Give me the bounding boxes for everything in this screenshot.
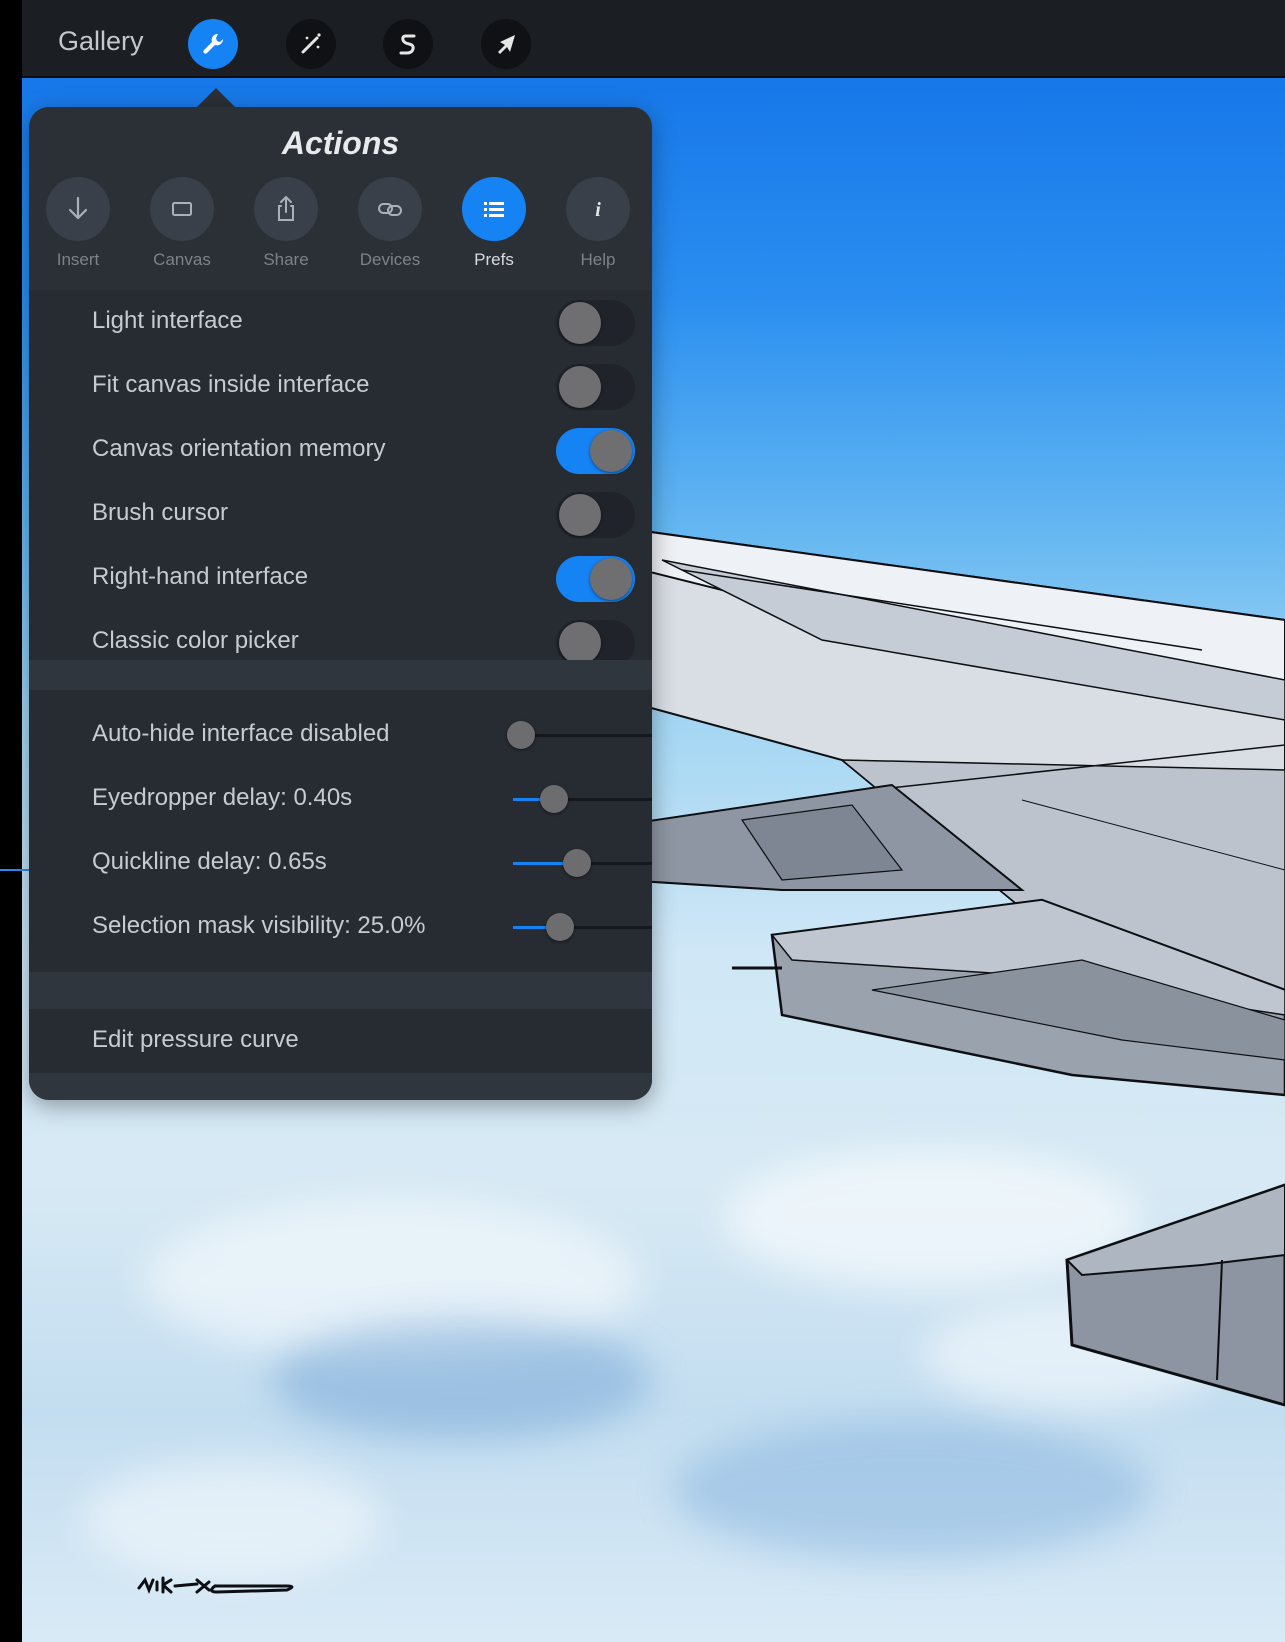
tab-insert-label: Insert <box>56 250 100 269</box>
share-icon <box>278 195 294 221</box>
tab-prefs[interactable]: Prefs <box>454 177 534 277</box>
wrench-icon <box>203 33 224 54</box>
link-icon <box>378 203 402 216</box>
pref-row-brush-cursor: Brush cursor <box>29 482 652 546</box>
pref-label: Right-hand interface <box>92 563 309 590</box>
pref-row-light-interface: Light interface <box>29 290 652 354</box>
popover-pointer <box>196 88 236 108</box>
tab-canvas[interactable]: Canvas <box>142 177 222 277</box>
section-separator <box>29 660 652 690</box>
list-icon <box>484 202 504 217</box>
pref-label: Classic color picker <box>92 627 299 654</box>
pref-label: Edit pressure curve <box>92 1026 299 1053</box>
download-arrow-icon <box>68 196 88 220</box>
pref-row-eyedropper-delay: Eyedropper delay: 0.40s <box>29 767 652 831</box>
selection-s-icon <box>399 34 416 55</box>
tab-insert[interactable]: Insert <box>38 177 118 277</box>
pref-row-fit-canvas: Fit canvas inside interface <box>29 354 652 418</box>
eyedropper-delay-slider[interactable] <box>513 785 652 813</box>
artist-signature <box>137 1576 294 1595</box>
tab-devices-label: Devices <box>359 250 421 269</box>
pref-label: Selection mask visibility: 25.0% <box>92 912 426 939</box>
edit-pressure-curve-button[interactable]: Edit pressure curve <box>29 1009 652 1073</box>
gallery-button[interactable]: Gallery <box>58 26 144 57</box>
pref-label: Auto-hide interface disabled <box>92 720 390 747</box>
popover-title: Actions <box>281 125 400 161</box>
tab-share[interactable]: Share <box>246 177 326 277</box>
actions-popover: Actions Insert Canvas Share Devices Pref… <box>29 107 652 1100</box>
actions-wrench-button[interactable] <box>188 19 238 69</box>
pref-label: Eyedropper delay: 0.40s <box>92 784 353 811</box>
magic-wand-icon <box>301 33 321 54</box>
tab-help[interactable]: i Help <box>558 177 638 277</box>
pref-row-quickline-delay: Quickline delay: 0.65s <box>29 831 652 895</box>
tab-help-label: Help <box>580 250 616 269</box>
section-separator <box>29 1073 652 1100</box>
adjustments-button[interactable] <box>286 19 336 69</box>
pref-row-right-hand: Right-hand interface <box>29 546 652 610</box>
pressure-section: Edit pressure curve <box>29 1009 652 1073</box>
quickline-delay-slider[interactable] <box>513 849 652 877</box>
selection-button[interactable] <box>383 19 433 69</box>
info-icon: i <box>595 199 601 221</box>
toggle-section: Light interface Fit canvas inside interf… <box>29 290 652 666</box>
pref-label: Brush cursor <box>92 499 229 526</box>
pref-label: Light interface <box>92 307 243 334</box>
pref-label: Quickline delay: 0.65s <box>92 848 327 875</box>
tab-devices[interactable]: Devices <box>350 177 430 277</box>
rectangle-icon <box>172 202 192 216</box>
pref-label: Fit canvas inside interface <box>92 371 370 398</box>
transform-button[interactable] <box>481 19 531 69</box>
arrow-cursor-icon <box>498 35 515 54</box>
pref-row-selection-mask: Selection mask visibility: 25.0% <box>29 895 652 959</box>
top-toolbar: Gallery <box>22 0 1285 78</box>
selection-mask-slider[interactable] <box>513 913 652 941</box>
pref-label: Canvas orientation memory <box>92 435 386 462</box>
pref-row-auto-hide: Auto-hide interface disabled <box>29 703 652 767</box>
tab-share-label: Share <box>263 250 309 269</box>
orientation-memory-toggle[interactable] <box>556 428 635 474</box>
auto-hide-slider[interactable] <box>507 721 652 749</box>
brush-cursor-toggle[interactable] <box>556 492 635 538</box>
tab-prefs-label: Prefs <box>474 250 514 269</box>
svg-text:i: i <box>595 199 601 221</box>
tab-canvas-label: Canvas <box>153 250 211 269</box>
section-separator <box>29 972 652 1009</box>
fit-canvas-toggle[interactable] <box>556 364 635 410</box>
right-hand-toggle[interactable] <box>556 556 635 602</box>
light-interface-toggle[interactable] <box>556 300 635 346</box>
slider-section: Auto-hide interface disabled Eyedropper … <box>29 690 652 972</box>
pref-row-orientation-memory: Canvas orientation memory <box>29 418 652 482</box>
left-edge-strip <box>0 0 22 1642</box>
